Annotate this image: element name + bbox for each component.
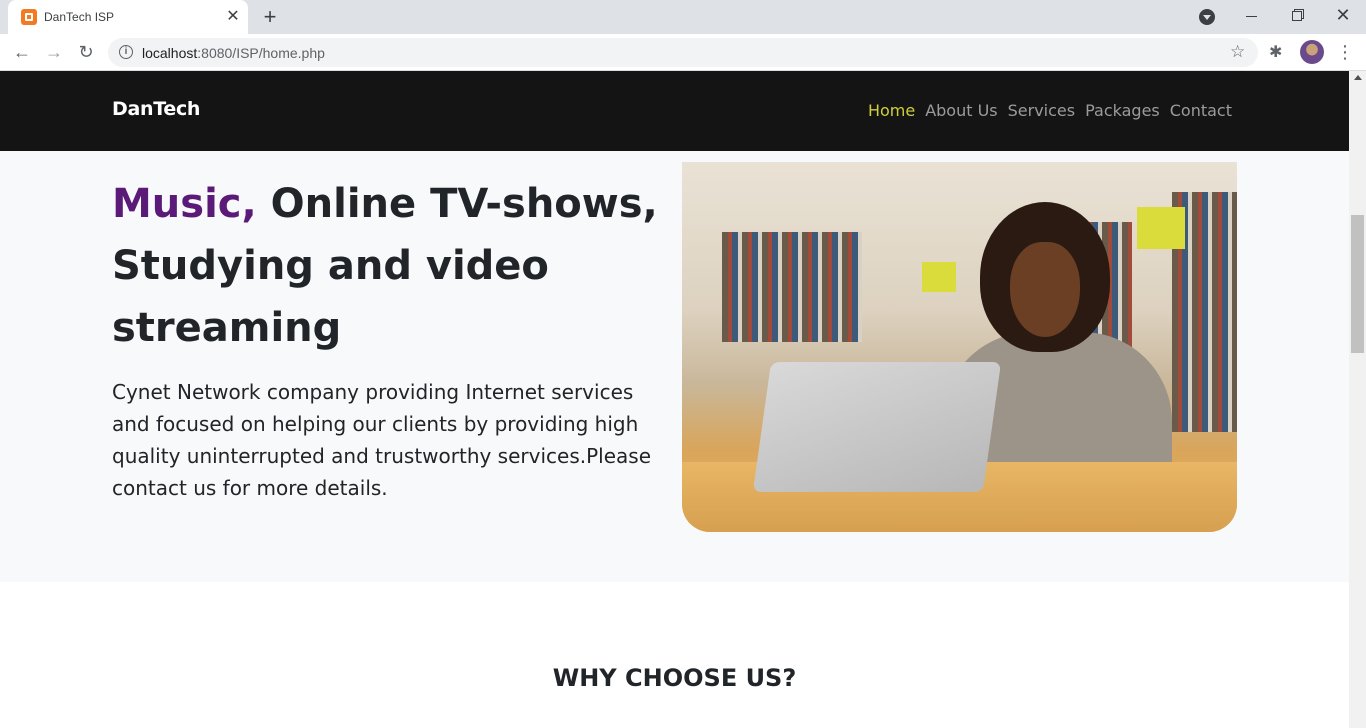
scroll-up-arrow-icon[interactable]	[1354, 75, 1362, 80]
hero-title-accent: Music,	[112, 181, 257, 227]
brand-logo[interactable]: DanTech	[112, 98, 200, 120]
page-scrollbar[interactable]	[1349, 71, 1366, 728]
browser-toolbar: ← → ↻ i localhost:8080/ISP/home.php ☆ ✱ …	[0, 34, 1366, 71]
nav-about-link[interactable]: About Us	[925, 101, 997, 120]
browser-menu-icon[interactable]: ⋮	[1336, 40, 1354, 64]
nav-contact-link[interactable]: Contact	[1170, 101, 1232, 120]
close-tab-icon[interactable]: ✕	[224, 8, 242, 26]
nav-services-link[interactable]: Services	[1008, 101, 1075, 120]
hero-description: Cynet Network company providing Internet…	[112, 380, 652, 500]
close-window-button[interactable]: ✕	[1320, 0, 1366, 30]
minimize-window-button[interactable]	[1228, 0, 1274, 30]
reload-icon[interactable]: ↻	[74, 40, 98, 64]
hero-section: Music, Online TV-shows, Studying and vid…	[0, 151, 1349, 582]
browser-tabstrip: DanTech ISP ✕ + ✕	[0, 0, 1366, 34]
nav-home-link[interactable]: Home	[868, 101, 915, 120]
url-text[interactable]: localhost:8080/ISP/home.php	[142, 45, 325, 61]
url-path: :8080/ISP/home.php	[197, 45, 325, 61]
url-host: localhost	[142, 45, 198, 61]
new-tab-button[interactable]: +	[260, 6, 280, 28]
why-choose-us-heading: WHY CHOOSE US?	[552, 664, 797, 692]
page-viewport: DanTech Home About Us Services Packages …	[0, 71, 1366, 728]
tab-search-icon[interactable]	[1199, 9, 1215, 25]
browser-tab[interactable]: DanTech ISP ✕	[8, 0, 248, 34]
site-info-icon[interactable]: i	[119, 45, 133, 59]
address-bar[interactable]: i localhost:8080/ISP/home.php ☆	[108, 38, 1258, 67]
restore-window-button[interactable]	[1274, 0, 1320, 30]
why-choose-us-section: WHY CHOOSE US?	[0, 582, 1349, 728]
nav-links: Home About Us Services Packages Contact	[868, 101, 1232, 120]
xampp-favicon-icon	[21, 9, 37, 25]
extensions-puzzle-icon[interactable]: ✱	[1269, 42, 1282, 62]
back-arrow-icon[interactable]: ←	[10, 40, 34, 64]
tab-title: DanTech ISP	[44, 10, 115, 24]
nav-packages-link[interactable]: Packages	[1085, 101, 1160, 120]
site-navbar: DanTech Home About Us Services Packages …	[0, 71, 1349, 151]
scrollbar-thumb[interactable]	[1351, 215, 1364, 353]
hero-image-woman-laptop	[682, 162, 1237, 532]
forward-arrow-icon[interactable]: →	[42, 40, 66, 64]
profile-avatar[interactable]	[1300, 40, 1324, 64]
hero-title: Music, Online TV-shows, Studying and vid…	[112, 173, 672, 359]
bookmark-star-icon[interactable]: ☆	[1230, 42, 1245, 62]
